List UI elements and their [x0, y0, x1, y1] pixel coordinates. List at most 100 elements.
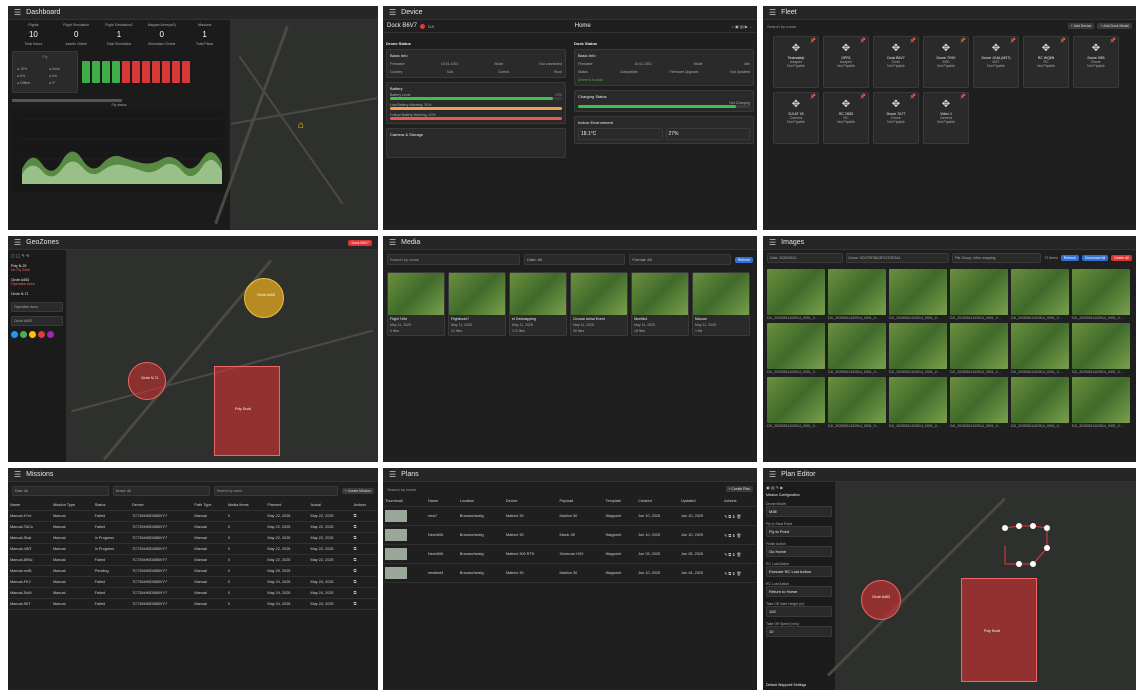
row-actions[interactable]: ⧉ — [351, 565, 378, 577]
menu-icon[interactable]: ☰ — [389, 238, 396, 247]
plan-search[interactable]: Search by name — [387, 487, 416, 492]
download-all-button[interactable]: Download All — [1081, 255, 1109, 261]
table-row[interactable]: Newr606 Braunschweig Matrice 30 Mavic 3E Way… — [383, 525, 757, 545]
zone-item[interactable]: Circle A453 Operation Area — [11, 278, 63, 286]
format-filter[interactable]: Format: All — [629, 254, 731, 265]
image-tile[interactable]: DJI_20250511102514_0001_V... — [1011, 323, 1069, 374]
zone-item[interactable]: Poly N-29 No Fly Zone — [11, 264, 63, 272]
zone-item[interactable]: Circle N-71 — [11, 292, 63, 296]
field-value[interactable]: 120 — [766, 606, 832, 617]
menu-icon[interactable]: ☰ — [389, 470, 396, 479]
column-header[interactable]: Template — [603, 496, 637, 507]
pin-icon[interactable]: 📌 — [960, 38, 966, 44]
pin-icon[interactable]: 📌 — [910, 38, 916, 44]
image-tile[interactable]: DJI_20250511102514_0001_V... — [828, 269, 886, 320]
media-card[interactable]: Circular Aerial Event May 11, 2025 36 file… — [570, 272, 628, 336]
refresh-button[interactable]: Refresh — [734, 256, 754, 263]
zone-type-select[interactable]: Operation Area — [11, 302, 63, 312]
table-row[interactable]: Manual-4WT Manual In Progress 7CT394H0D08BV… — [8, 543, 378, 555]
column-header[interactable]: Thumbnail — [383, 496, 427, 507]
fleet-card[interactable]: ✥ Testzastrip Adapter Not Flyable 📌 — [773, 36, 819, 88]
row-actions[interactable]: ✎ ⧉ ⬇ 🗑 — [722, 544, 757, 564]
zone-name-input[interactable]: Circle A453 — [11, 316, 63, 326]
dock-home-icon[interactable]: ⌂ — [298, 120, 304, 131]
column-header[interactable]: Device — [130, 500, 193, 511]
image-tile[interactable]: DJI_20250511102514_0001_V... — [767, 323, 825, 374]
config-field[interactable]: RC Lost Action Return to Home — [766, 582, 832, 597]
image-tile[interactable]: DJI_20250511102514_0001_V... — [889, 269, 947, 320]
drone-filter[interactable]: Drone: 5DCF8F4B23FA7E2E3A4 — [845, 253, 949, 263]
fleet-card[interactable]: ✥ DJI AT 25 Camera Not Flyable 📌 — [773, 92, 819, 144]
circle-zone[interactable]: Circle A453 — [861, 580, 901, 620]
config-field[interactable]: Take Off Speed (m/s) 10 — [766, 622, 832, 637]
column-header[interactable]: Payload — [557, 496, 604, 507]
field-value[interactable]: 10 — [766, 626, 832, 637]
image-tile[interactable]: DJI_20250511102514_0001_V... — [889, 377, 947, 428]
field-value[interactable]: M3E — [766, 506, 832, 517]
column-header[interactable]: Device — [503, 496, 558, 507]
menu-icon[interactable]: ☰ — [14, 470, 21, 479]
image-tile[interactable]: DJI_20250511102514_0001_V... — [767, 377, 825, 428]
pin-icon[interactable]: 📌 — [960, 94, 966, 100]
column-header[interactable]: Actual — [308, 500, 352, 511]
fleet-card[interactable]: ✥ Drone 7A7T Drone Not Flyable 📌 — [873, 92, 919, 144]
fleet-card[interactable]: ✥ Video 1 Camera Not Flyable 📌 — [923, 92, 969, 144]
image-tile[interactable]: DJI_20250511102514_0001_V... — [1072, 269, 1130, 320]
table-row[interactable]: Manual-TACs Manual Failed 7CT394H0D08BVY7 Ma… — [8, 521, 378, 533]
color-picker[interactable] — [11, 331, 63, 338]
media-card[interactable]: Niceflix4 May 11, 2025 18 files — [631, 272, 689, 336]
image-tile[interactable]: DJI_20250511102514_0001_V... — [1011, 377, 1069, 428]
waypoint-path[interactable] — [995, 518, 1065, 578]
config-field[interactable]: Take Off Safe Height (m) 120 — [766, 602, 832, 617]
media-search[interactable]: Search by name — [387, 254, 521, 265]
circle-zone-b[interactable]: Circle N-71 — [128, 362, 166, 400]
column-header[interactable]: Media Items — [225, 500, 266, 511]
row-actions[interactable]: ✎ ⧉ ⬇ 🗑 — [722, 525, 757, 545]
image-tile[interactable]: DJI_20250511102514_0001_V... — [889, 323, 947, 374]
column-header[interactable]: Name — [8, 500, 52, 511]
media-card[interactable]: Flight 7e5e May 11, 2025 4 files — [387, 272, 445, 336]
config-field[interactable]: Drone Model M3E — [766, 502, 832, 517]
fleet-card[interactable]: ✥ RC 2S83 RC Not Flyable 📌 — [823, 92, 869, 144]
row-actions[interactable]: ⧉ — [351, 554, 378, 566]
pin-icon[interactable]: 📌 — [810, 38, 816, 44]
image-tile[interactable]: DJI_20250511102514_0001_V... — [950, 323, 1008, 374]
image-tile[interactable]: DJI_20250511102514_0001_V... — [828, 323, 886, 374]
critical-battery-slider[interactable] — [390, 117, 562, 120]
table-row[interactable]: Manual-8R6c Manual Failed 7CT394H0D08BVY7 Ma… — [8, 554, 378, 566]
field-value[interactable]: Return to Home — [766, 586, 832, 597]
config-field[interactable]: Fly to Start Point Fly to Point — [766, 522, 832, 537]
table-row[interactable]: Manual-FK2 Manual Failed 7CT394H0D08BVY7 Man… — [8, 576, 378, 588]
table-row[interactable]: newtest4 Braunschweig Matrice 30 Matrice 30… — [383, 563, 757, 583]
column-header[interactable]: Mission Type — [51, 500, 93, 511]
row-actions[interactable]: ⧉ — [351, 510, 378, 522]
row-actions[interactable]: ⧉ — [351, 576, 378, 588]
column-header[interactable]: Planned — [265, 500, 309, 511]
toolbar-icons[interactable]: ⌂ ▣ ▤ ▶ ← — [732, 24, 754, 29]
date-filter[interactable]: Date: 2025/05/11 — [767, 253, 843, 263]
column-header[interactable]: Name — [426, 496, 458, 507]
table-row[interactable]: Newr606 Braunschweig Matrice 300 RTK Zenmus… — [383, 544, 757, 564]
poly-zone[interactable]: Poly Scott — [214, 366, 280, 456]
image-tile[interactable]: DJI_20250511102514_0001_V... — [950, 269, 1008, 320]
pin-icon[interactable]: 📌 — [1010, 38, 1016, 44]
pin-icon[interactable]: 📌 — [810, 94, 816, 100]
image-tile[interactable]: DJI_20250511102514_0001_V... — [1072, 323, 1130, 374]
row-actions[interactable]: ⧉ — [351, 587, 378, 599]
column-header[interactable]: Status — [92, 500, 131, 511]
circle-zone-a[interactable]: Circle A453 — [244, 278, 284, 318]
delete-all-button[interactable]: Delete All — [1111, 255, 1132, 261]
table-row[interactable]: new7 Braunschweig Matrice 30 Matrice 30 Wayp… — [383, 506, 757, 526]
fleet-card[interactable]: ✥ Dock B6V7 Dock Not Flyable 📌 — [873, 36, 919, 88]
refresh-button[interactable]: Refresh — [1060, 255, 1079, 261]
config-field[interactable]: RC Lost Action Execute RC Lost Action — [766, 562, 832, 577]
table-row[interactable]: Manual 4Yre Manual Failed 7CT394H0D08BVY7 Ma… — [8, 510, 378, 522]
fleet-card[interactable]: ✥ RC WQ8N RC Not Flyable 📌 — [1023, 36, 1069, 88]
image-tile[interactable]: DJI_20250511102514_0001_V... — [767, 269, 825, 320]
fleet-card[interactable]: ✥ GPR1 Adapter Not Flyable 📌 — [823, 36, 869, 88]
mission-search[interactable]: Search by name — [213, 486, 338, 496]
create-mission-button[interactable]: + Create Mission — [341, 488, 374, 494]
row-actions[interactable]: ⧉ — [351, 598, 378, 610]
table-row[interactable]: Manual-m4B Manual Pending 7CT394H0D08BVY7 Ma… — [8, 565, 378, 577]
editor-toolbar[interactable]: ▣ ▤ ✎ ▶ — [766, 485, 832, 490]
